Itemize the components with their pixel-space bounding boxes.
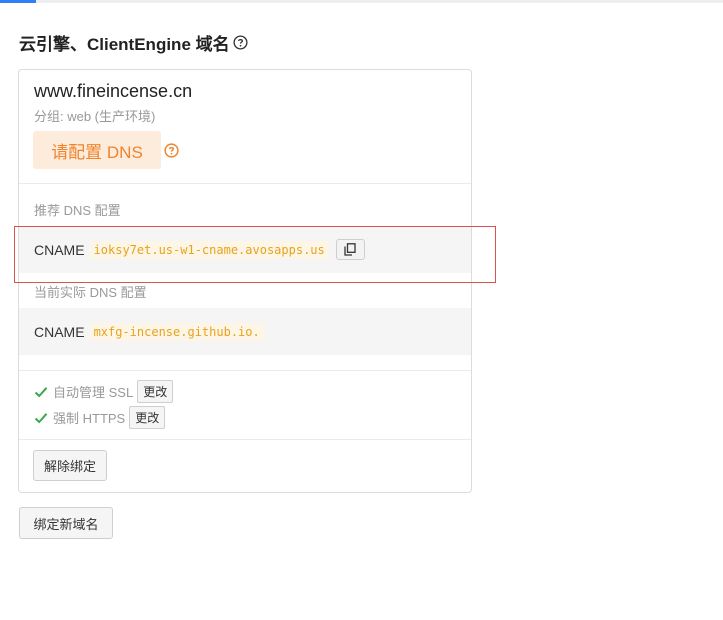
domain-card: www.fineincense.cn 分组: web (生产环境) 请配置 DN… xyxy=(18,69,472,493)
current-dns-label: 当前实际 DNS 配置 xyxy=(34,285,147,300)
domain-name: www.fineincense.cn xyxy=(34,81,193,101)
group-label: 分组: web (生产环境) xyxy=(34,109,156,124)
ssl-label: 自动管理 SSL xyxy=(53,385,134,400)
https-row: 强制 HTTPS 更改 xyxy=(34,406,166,429)
copy-icon xyxy=(344,243,356,256)
https-label: 强制 HTTPS xyxy=(53,411,126,426)
https-change-button[interactable]: 更改 xyxy=(129,406,166,429)
section-title: 云引擎、ClientEngine 域名 xyxy=(19,30,248,55)
recommended-dns-row: CNAME ioksy7et.us-w1-cname.avosapps.us xyxy=(19,226,471,273)
dns-help-icon[interactable] xyxy=(164,143,179,158)
divider xyxy=(19,183,471,184)
top-border xyxy=(0,0,723,3)
copy-button[interactable] xyxy=(335,239,365,260)
help-icon[interactable] xyxy=(233,35,248,50)
current-record-value: mxfg-incense.github.io. xyxy=(89,322,264,341)
current-dns-row: CNAME mxfg-incense.github.io. xyxy=(19,308,471,355)
recommended-record-value: ioksy7et.us-w1-cname.avosapps.us xyxy=(89,240,329,259)
dns-warning-badge: 请配置 DNS xyxy=(33,131,161,169)
recommended-record-type: CNAME xyxy=(34,241,85,258)
current-record-type: CNAME xyxy=(34,323,85,340)
unbind-button[interactable]: 解除绑定 xyxy=(33,450,107,481)
check-icon xyxy=(34,386,48,397)
check-icon xyxy=(34,412,48,423)
ssl-row: 自动管理 SSL 更改 xyxy=(34,380,174,403)
divider xyxy=(19,439,471,440)
active-tab-indicator xyxy=(0,0,36,3)
divider xyxy=(19,370,471,371)
ssl-change-button[interactable]: 更改 xyxy=(137,380,174,403)
bind-new-domain-button[interactable]: 绑定新域名 xyxy=(19,507,113,539)
recommended-dns-label: 推荐 DNS 配置 xyxy=(34,203,121,218)
section-title-text: 云引擎、ClientEngine 域名 xyxy=(19,35,230,54)
